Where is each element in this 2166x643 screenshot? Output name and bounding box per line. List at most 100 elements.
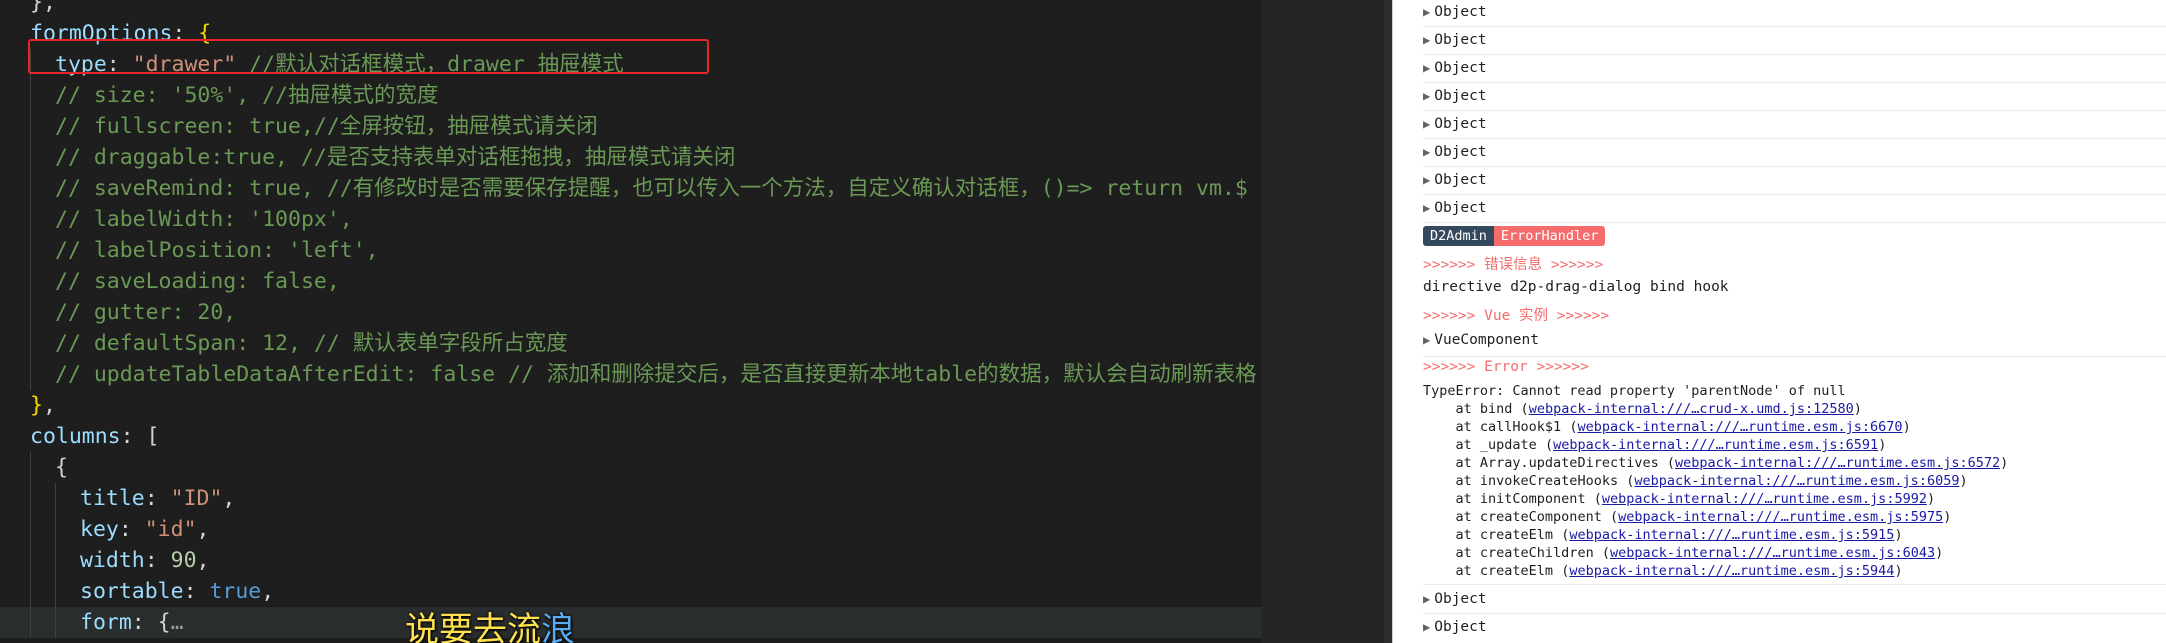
expand-triangle-icon[interactable]: ▶ [1423, 138, 1430, 166]
vue-instance-header: >>>>>> Vue 实例 >>>>>> [1423, 308, 1610, 324]
console-divider [1423, 584, 2166, 585]
code-token: form [80, 610, 132, 635]
vue-component-row[interactable]: ▶ VueComponent [1423, 326, 1539, 354]
code-line[interactable]: // labelWidth: '100px', [0, 204, 1262, 235]
object-label: Object [1434, 60, 1487, 76]
stack-frame: at callHook$1 (webpack-internal:///…runt… [1423, 418, 1911, 436]
stack-function: createElm [1479, 527, 1554, 543]
indent-guide [30, 452, 31, 483]
object-label: Object [1434, 88, 1487, 104]
code-text: { [55, 452, 68, 483]
code-text: // gutter: 20, [55, 297, 236, 328]
code-line[interactable]: // fullscreen: true,//全屏按钮，抽屉模式请关闭 [0, 111, 1262, 142]
code-line[interactable]: // gutter: 20, [0, 297, 1262, 328]
console-object-row[interactable]: ▶ Object [1423, 82, 1487, 110]
code-text: // draggable:true, //是否支持表单对话框拖拽，抽屉模式请关闭 [55, 142, 735, 173]
expand-triangle-icon[interactable]: ▶ [1423, 613, 1430, 641]
expand-triangle-icon[interactable]: ▶ [1423, 82, 1430, 110]
stack-frame: at invokeCreateHooks (webpack-internal:/… [1423, 472, 1968, 490]
stack-source-link[interactable]: webpack-internal:///…runtime.esm.js:5915 [1569, 527, 1894, 543]
stack-source-link[interactable]: webpack-internal:///…runtime.esm.js:5944 [1569, 563, 1894, 579]
indent-guide [30, 80, 31, 111]
code-editor[interactable]: }, formOptions: {type: "drawer" //默认对话框模式… [0, 0, 1262, 643]
code-line[interactable]: key: "id", [0, 514, 1262, 545]
expand-triangle-icon[interactable]: ▶ [1423, 54, 1430, 82]
code-token: , [196, 548, 210, 573]
indent-guide [30, 545, 31, 576]
stack-paren: ) [1935, 545, 1944, 561]
console-object-row[interactable]: ▶ Object [1423, 613, 1487, 641]
stack-prefix: at [1423, 437, 1480, 453]
code-line[interactable]: width: 90, [0, 545, 1262, 576]
code-line[interactable]: // saveRemind: true, //有修改时是否需要保存提醒，也可以传… [0, 173, 1262, 204]
code-line[interactable]: { [0, 452, 1262, 483]
object-label: Object [1434, 4, 1487, 20]
stack-source-link[interactable]: webpack-internal:///…runtime.esm.js:6043 [1610, 545, 1935, 561]
console-object-row[interactable]: ▶ Object [1423, 110, 1487, 138]
expand-triangle-icon[interactable]: ▶ [1423, 166, 1430, 194]
stack-prefix: at [1423, 491, 1480, 507]
code-line[interactable]: // draggable:true, //是否支持表单对话框拖拽，抽屉模式请关闭 [0, 142, 1262, 173]
code-token: … [170, 610, 184, 635]
code-line[interactable]: // labelPosition: 'left', [0, 235, 1262, 266]
code-lines: }, formOptions: {type: "drawer" //默认对话框模式… [0, 0, 1262, 638]
code-line[interactable]: sortable: true, [0, 576, 1262, 607]
code-text: }, [30, 0, 56, 18]
expand-triangle-icon[interactable]: ▶ [1423, 26, 1430, 54]
code-text: // saveRemind: true, //有修改时是否需要保存提醒，也可以传… [55, 173, 1248, 204]
stack-source-link[interactable]: webpack-internal:///…crud-x.umd.js:12580 [1529, 401, 1854, 417]
stack-prefix: at [1423, 401, 1480, 417]
expand-triangle-icon[interactable]: ▶ [1423, 0, 1430, 26]
code-text: key: "id", [80, 514, 209, 545]
console-object-row[interactable]: ▶ Object [1423, 54, 1487, 82]
stack-source-link[interactable]: webpack-internal:///…runtime.esm.js:6572 [1675, 455, 2000, 471]
code-token: 90 [170, 548, 197, 573]
code-token: }, [30, 0, 56, 15]
console-divider [1423, 356, 2166, 357]
expand-triangle-icon[interactable]: ▶ [1423, 326, 1430, 354]
stack-function: callHook$1 [1479, 419, 1562, 435]
expand-triangle-icon[interactable]: ▶ [1423, 110, 1430, 138]
console-divider [1423, 82, 2166, 83]
code-token: // saveRemind: true, //有修改时是否需要保存提醒，也可以传… [55, 176, 1248, 201]
code-text: // updateTableDataAfterEdit: false // 添加… [55, 359, 1257, 390]
code-token: : [183, 579, 210, 604]
code-token: // fullscreen: true,//全屏按钮，抽屉模式请关闭 [55, 114, 598, 139]
stack-function: Array.updateDirectives [1479, 455, 1659, 471]
stack-prefix: at [1423, 527, 1480, 543]
code-line[interactable]: columns: [ [0, 421, 1262, 452]
indent-guide [55, 576, 56, 607]
stack-source-link[interactable]: webpack-internal:///…runtime.esm.js:6059 [1634, 473, 1959, 489]
code-line[interactable]: }, [0, 390, 1262, 421]
code-line[interactable]: // defaultSpan: 12, // 默认表单字段所占宽度 [0, 328, 1262, 359]
stack-source-link[interactable]: webpack-internal:///…runtime.esm.js:6591 [1553, 437, 1878, 453]
editor-minimap [1262, 0, 1392, 643]
console-object-row[interactable]: ▶ Object [1423, 26, 1487, 54]
code-line[interactable]: // updateTableDataAfterEdit: false // 添加… [0, 359, 1262, 390]
stack-frame: at createChildren (webpack-internal:///…… [1423, 544, 1944, 562]
stack-paren: ) [1959, 473, 1968, 489]
stack-source-link[interactable]: webpack-internal:///…runtime.esm.js:5992 [1602, 491, 1927, 507]
code-text: // size: '50%', //抽屉模式的宽度 [55, 80, 439, 111]
code-line[interactable]: form: {… [0, 607, 1262, 638]
stack-paren: ( [1536, 437, 1554, 453]
console-object-row[interactable]: ▶ Object [1423, 138, 1487, 166]
expand-triangle-icon[interactable]: ▶ [1423, 194, 1430, 222]
code-token: : [118, 517, 145, 542]
stack-prefix: at [1423, 473, 1480, 489]
stack-source-link[interactable]: webpack-internal:///…runtime.esm.js:5975 [1618, 509, 1943, 525]
video-subtitle: 说要去流浪 [405, 600, 575, 643]
code-line[interactable]: // size: '50%', //抽屉模式的宽度 [0, 80, 1262, 111]
code-line[interactable]: }, [0, 0, 1262, 18]
console-object-row[interactable]: ▶ Object [1423, 166, 1487, 194]
code-text: // labelPosition: 'left', [55, 235, 379, 266]
console-object-row[interactable]: ▶ Object [1423, 0, 1487, 26]
console-object-row[interactable]: ▶ Object [1423, 585, 1487, 613]
expand-triangle-icon[interactable]: ▶ [1423, 585, 1430, 613]
code-line[interactable]: title: "ID", [0, 483, 1262, 514]
console-divider [1423, 613, 2166, 614]
stack-source-link[interactable]: webpack-internal:///…runtime.esm.js:6670 [1577, 419, 1902, 435]
editor-scrollbar[interactable] [1384, 0, 1392, 643]
code-line[interactable]: // saveLoading: false, [0, 266, 1262, 297]
console-object-row[interactable]: ▶ Object [1423, 194, 1487, 222]
